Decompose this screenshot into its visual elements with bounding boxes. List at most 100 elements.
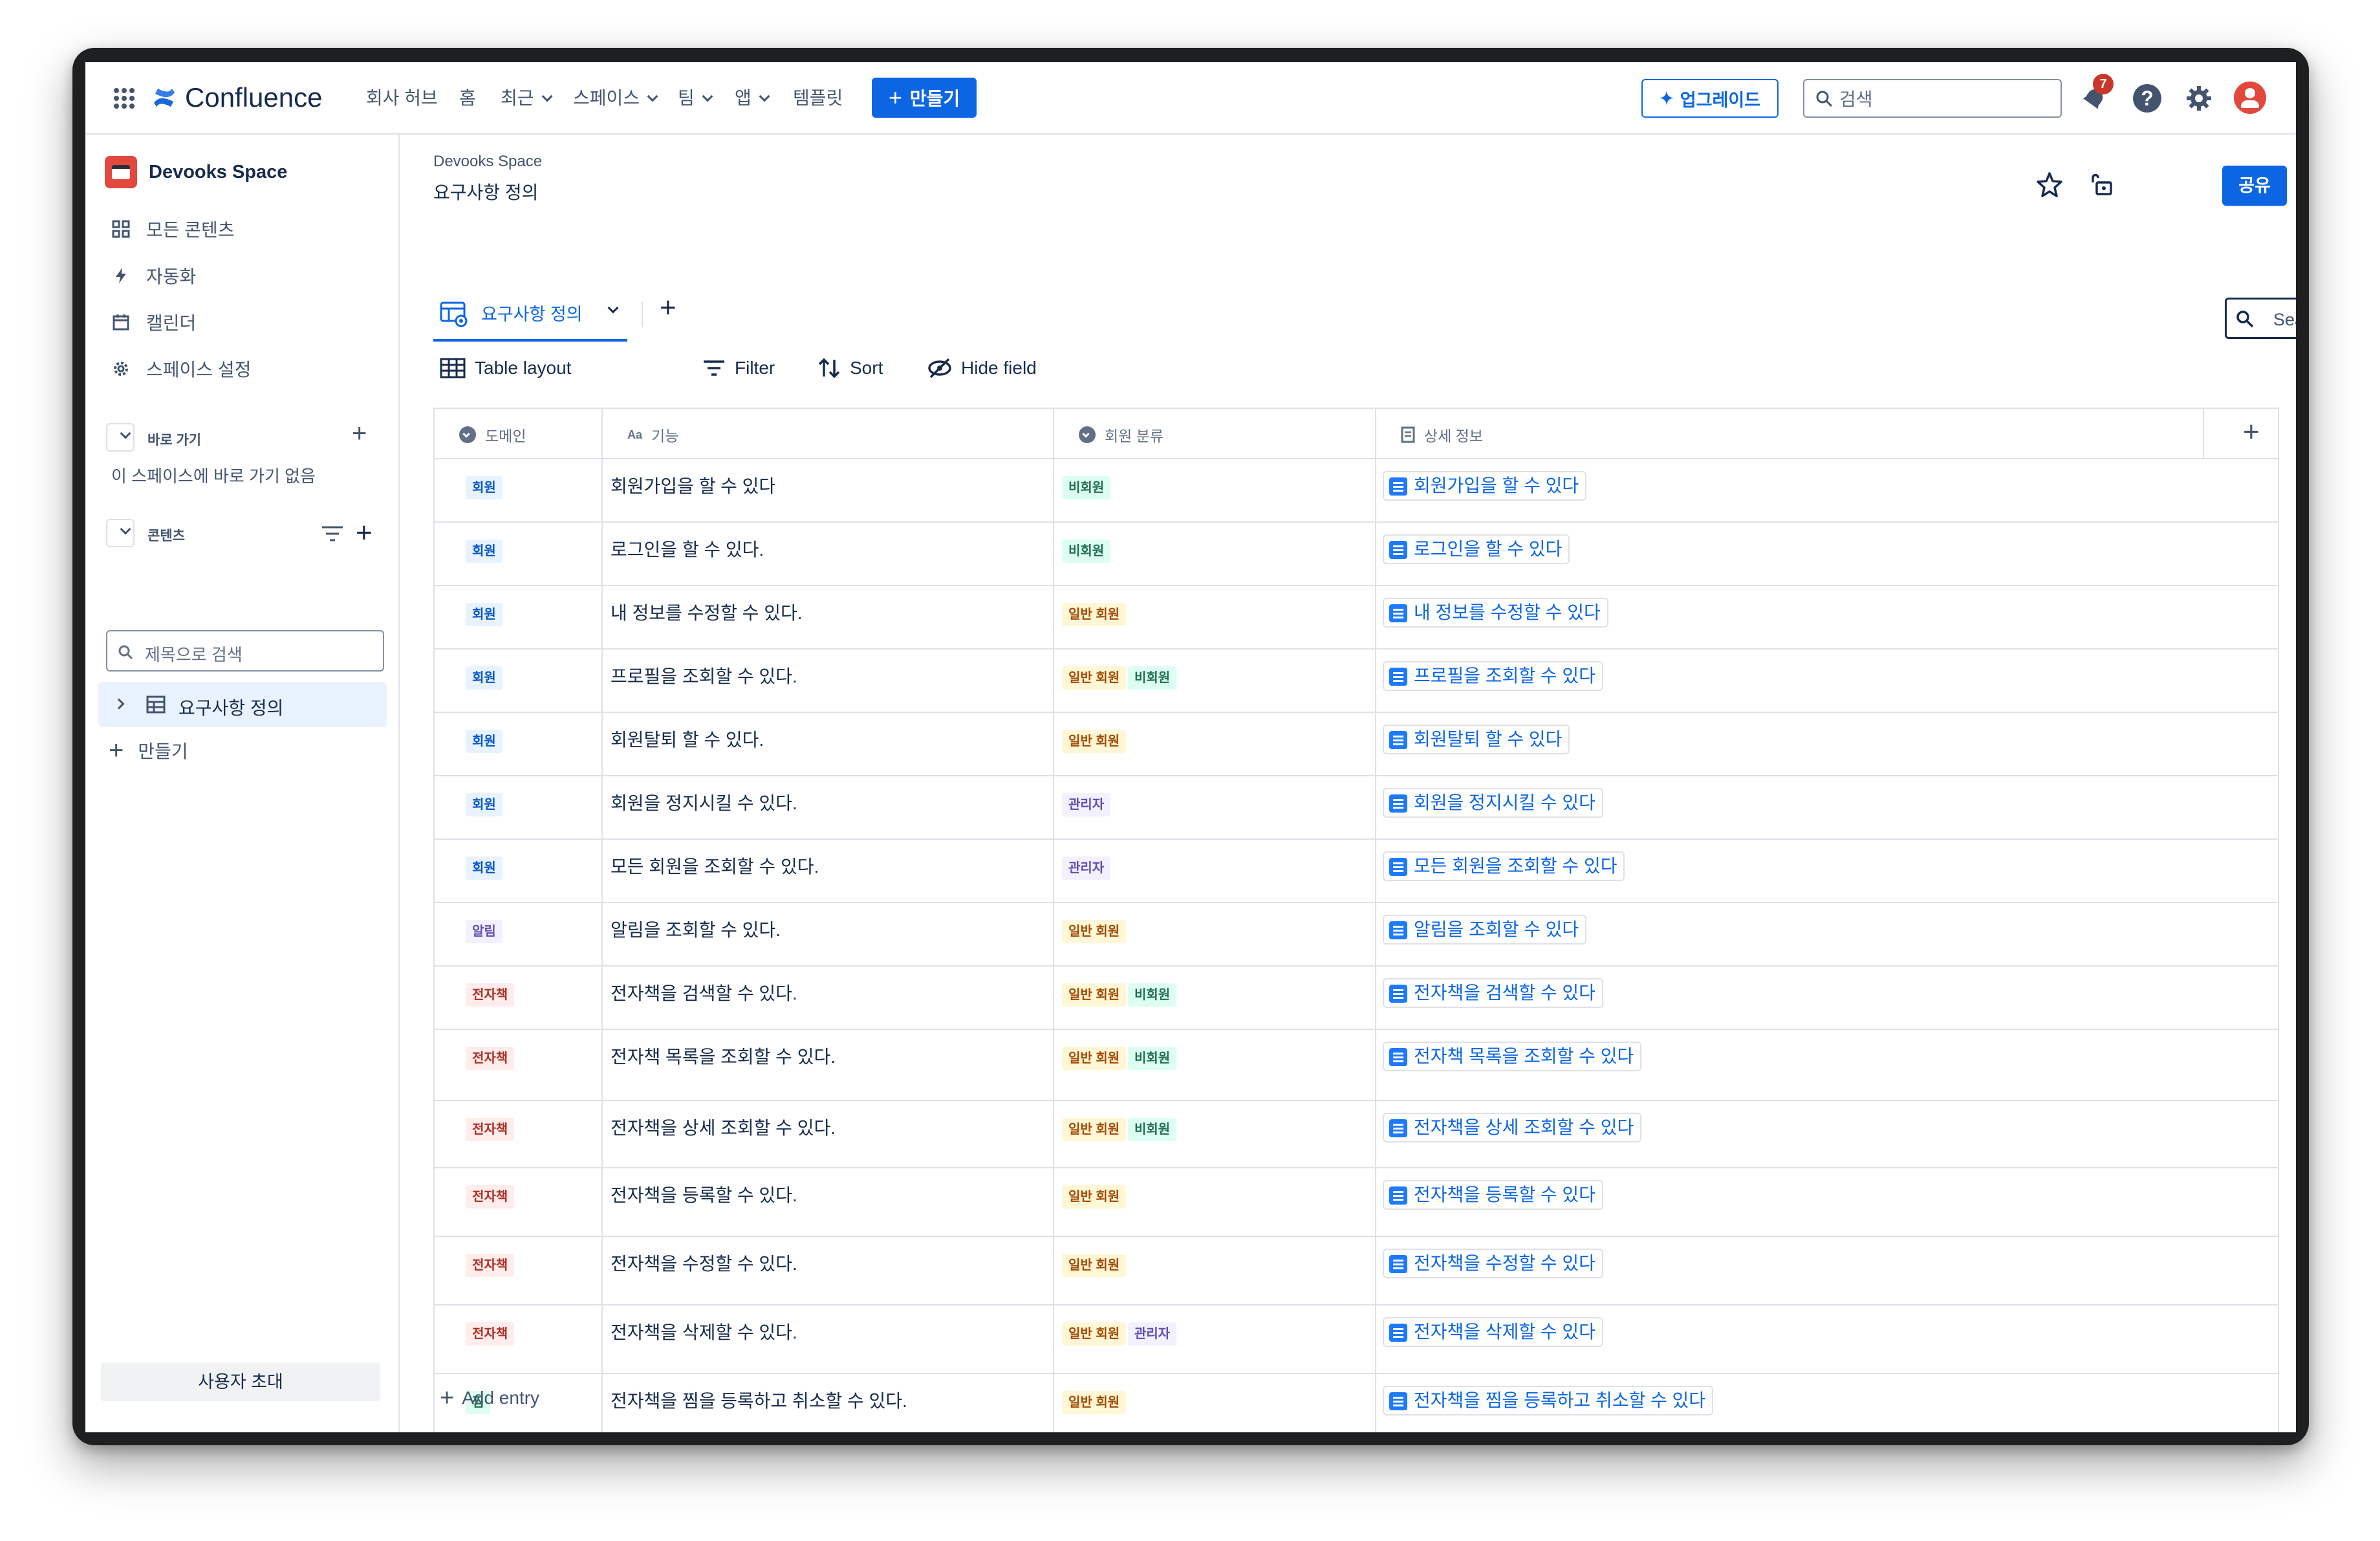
add-entry-row[interactable]: + Add entry: [440, 1383, 539, 1413]
space-header[interactable]: Devooks Space: [105, 155, 287, 189]
page-column-icon: [1401, 426, 1415, 443]
nav-templates[interactable]: 템플릿: [793, 84, 843, 113]
feature-text[interactable]: 알림을 조회할 수 있다.: [611, 916, 781, 942]
detail-page-link[interactable]: 로그인을 할 수 있다: [1383, 534, 1570, 564]
tree-item-requirements[interactable]: 요구사항 정의: [98, 682, 387, 727]
detail-page-link[interactable]: 내 정보를 수정할 수 있다: [1383, 598, 1608, 628]
sidebar-item-space-settings[interactable]: 스페이스 설정: [110, 349, 251, 388]
feature-text[interactable]: 전자책 목록을 조회할 수 있다.: [611, 1043, 836, 1069]
table-row[interactable]: 알림 알림을 조회할 수 있다. 일반 회원 알림을 조회할 수 있다: [433, 903, 2278, 967]
sidebar-item-automation[interactable]: 자동화: [110, 256, 196, 295]
sidebar-item-calendar[interactable]: 캘린더: [110, 303, 196, 342]
add-content-button[interactable]: +: [356, 519, 373, 547]
detail-page-link[interactable]: 전자책을 삭제할 수 있다: [1383, 1317, 1603, 1347]
domain-tag[interactable]: 회원: [466, 730, 503, 753]
nav-recent[interactable]: 최근: [501, 84, 553, 113]
detail-page-link[interactable]: 전자책을 상세 조회할 수 있다: [1383, 1113, 1642, 1142]
shortcuts-collapse-button[interactable]: [106, 423, 135, 452]
add-column-button[interactable]: +: [2243, 418, 2260, 446]
content-collapse-button[interactable]: [106, 519, 135, 547]
upgrade-button[interactable]: ✦ 업그레이드: [1641, 79, 1779, 118]
table-row[interactable]: 전자책 전자책을 수정할 수 있다. 일반 회원 전자책을 수정할 수 있다: [433, 1237, 2278, 1306]
detail-page-link[interactable]: 모든 회원을 조회할 수 있다: [1383, 851, 1625, 881]
notifications-button[interactable]: 7: [2080, 74, 2114, 113]
nav-spaces[interactable]: 스페이스: [573, 84, 658, 113]
column-header-feature[interactable]: Aa 기능: [601, 409, 678, 461]
table-row[interactable]: 회원 내 정보를 수정할 수 있다. 일반 회원 내 정보를 수정할 수 있다: [433, 586, 2278, 650]
domain-tag[interactable]: 전자책: [466, 1047, 515, 1070]
domain-tag[interactable]: 회원: [466, 666, 503, 690]
table-header-row: 도메인 Aa 기능 회원 분류 상세 정보 +: [433, 408, 2278, 459]
domain-tag[interactable]: 회원: [466, 540, 503, 563]
app-switcher-icon[interactable]: [113, 87, 136, 110]
feature-text[interactable]: 전자책을 등록할 수 있다.: [611, 1181, 797, 1207]
table-row[interactable]: 회원 모든 회원을 조회할 수 있다. 관리자 모든 회원을 조회할 수 있다: [433, 840, 2278, 903]
sidebar-item-all-content[interactable]: 모든 콘텐츠: [110, 210, 235, 248]
feature-text[interactable]: 전자책을 수정할 수 있다.: [611, 1250, 797, 1276]
table-row[interactable]: 회원 회원을 정지시킬 수 있다. 관리자 회원을 정지시킬 수 있다: [433, 776, 2278, 840]
feature-text[interactable]: 전자책을 상세 조회할 수 있다.: [611, 1114, 836, 1140]
detail-page-link[interactable]: 전자책을 찜을 등록하고 취소할 수 있다: [1383, 1386, 1714, 1415]
domain-tag[interactable]: 전자책: [466, 1322, 515, 1346]
feature-text[interactable]: 내 정보를 수정할 수 있다.: [611, 599, 803, 625]
table-row[interactable]: 회원 회원가입을 할 수 있다 비회원 회원가입을 할 수 있다: [433, 459, 2278, 523]
domain-tag[interactable]: 전자책: [466, 1118, 515, 1141]
table-row[interactable]: 전자책 전자책을 등록할 수 있다. 일반 회원 전자책을 등록할 수 있다: [433, 1168, 2278, 1237]
domain-tag[interactable]: 회원: [466, 476, 503, 499]
table-row[interactable]: 회원 프로필을 조회할 수 있다. 일반 회원 비회원 프로필을 조회할 수 있다: [433, 650, 2278, 713]
page-icon: [1389, 1048, 1407, 1066]
detail-page-link[interactable]: 전자책을 수정할 수 있다: [1383, 1249, 1603, 1278]
member-type-tag: 비회원: [1062, 540, 1111, 563]
confluence-logo[interactable]: Confluence: [151, 82, 322, 114]
domain-tag[interactable]: 회원: [466, 603, 503, 626]
domain-tag[interactable]: 회원: [466, 793, 503, 816]
content-filter-icon[interactable]: [321, 524, 344, 543]
feature-text[interactable]: 회원을 정지시킬 수 있다.: [611, 789, 797, 815]
domain-tag[interactable]: 알림: [466, 920, 503, 943]
settings-icon[interactable]: [2185, 84, 2213, 113]
domain-tag[interactable]: 전자책: [466, 983, 515, 1007]
domain-tag[interactable]: 회원: [466, 857, 503, 880]
table-row[interactable]: 전자책 전자책 목록을 조회할 수 있다. 일반 회원 비회원 전자책 목록을 조…: [433, 1030, 2278, 1101]
domain-tag[interactable]: 전자책: [466, 1185, 515, 1208]
invite-users-button[interactable]: 사용자 초대: [101, 1362, 380, 1401]
column-header-member-type[interactable]: 회원 분류: [1053, 409, 1163, 461]
feature-text[interactable]: 전자책을 찜을 등록하고 취소할 수 있다.: [611, 1387, 907, 1413]
detail-page-link[interactable]: 전자책을 등록할 수 있다: [1383, 1180, 1603, 1210]
detail-page-link[interactable]: 프로필을 조회할 수 있다: [1383, 661, 1603, 691]
global-search-input[interactable]: 검색: [1803, 79, 2062, 118]
domain-tag[interactable]: 전자책: [466, 1254, 515, 1277]
feature-text[interactable]: 회원가입을 할 수 있다: [611, 472, 775, 498]
detail-page-link[interactable]: 전자책을 검색할 수 있다: [1383, 978, 1603, 1008]
feature-text[interactable]: 프로필을 조회할 수 있다.: [611, 662, 797, 688]
detail-page-link[interactable]: 회원을 정지시킬 수 있다: [1383, 788, 1603, 818]
nav-company-hub[interactable]: 회사 허브: [366, 84, 438, 113]
help-icon[interactable]: ?: [2133, 84, 2161, 113]
table-row[interactable]: 찜 전자책을 찜을 등록하고 취소할 수 있다. 일반 회원 전자책을 찜을 등…: [433, 1374, 2278, 1432]
detail-page-link[interactable]: 회원가입을 할 수 있다: [1383, 471, 1587, 501]
nav-home[interactable]: 홈: [459, 84, 476, 113]
feature-text[interactable]: 전자책을 삭제할 수 있다.: [611, 1318, 797, 1344]
detail-page-link[interactable]: 전자책 목록을 조회할 수 있다: [1383, 1042, 1642, 1071]
column-header-domain[interactable]: 도메인: [433, 409, 526, 461]
profile-avatar[interactable]: [2234, 82, 2266, 114]
table-row[interactable]: 전자책 전자책을 삭제할 수 있다. 일반 회원 관리자 전자책을 삭제할 수 있…: [433, 1306, 2278, 1374]
nav-apps[interactable]: 앱: [735, 84, 770, 113]
table-row[interactable]: 전자책 전자책을 검색할 수 있다. 일반 회원 비회원 전자책을 검색할 수 있…: [433, 967, 2278, 1030]
search-icon: [118, 645, 133, 660]
feature-text[interactable]: 로그인을 할 수 있다.: [611, 536, 764, 562]
column-header-details[interactable]: 상세 정보: [1375, 409, 1483, 461]
table-row[interactable]: 회원 회원탈퇴 할 수 있다. 일반 회원 회원탈퇴 할 수 있다: [433, 713, 2278, 776]
feature-text[interactable]: 회원탈퇴 할 수 있다.: [611, 726, 764, 752]
create-button[interactable]: + 만들기: [872, 78, 977, 118]
feature-text[interactable]: 모든 회원을 조회할 수 있다.: [611, 853, 819, 879]
nav-teams[interactable]: 팀: [678, 84, 713, 113]
add-shortcut-button[interactable]: +: [352, 421, 367, 446]
table-row[interactable]: 전자책 전자책을 상세 조회할 수 있다. 일반 회원 비회원 전자책을 상세 조…: [433, 1101, 2278, 1168]
detail-page-link[interactable]: 회원탈퇴 할 수 있다: [1383, 725, 1570, 754]
feature-text[interactable]: 전자책을 검색할 수 있다.: [611, 979, 797, 1005]
sidebar-create-button[interactable]: + 만들기: [109, 731, 188, 770]
content-title-search-input[interactable]: 제목으로 검색: [106, 630, 384, 672]
table-row[interactable]: 회원 로그인을 할 수 있다. 비회원 로그인을 할 수 있다: [433, 523, 2278, 586]
detail-page-link[interactable]: 알림을 조회할 수 있다: [1383, 915, 1587, 945]
